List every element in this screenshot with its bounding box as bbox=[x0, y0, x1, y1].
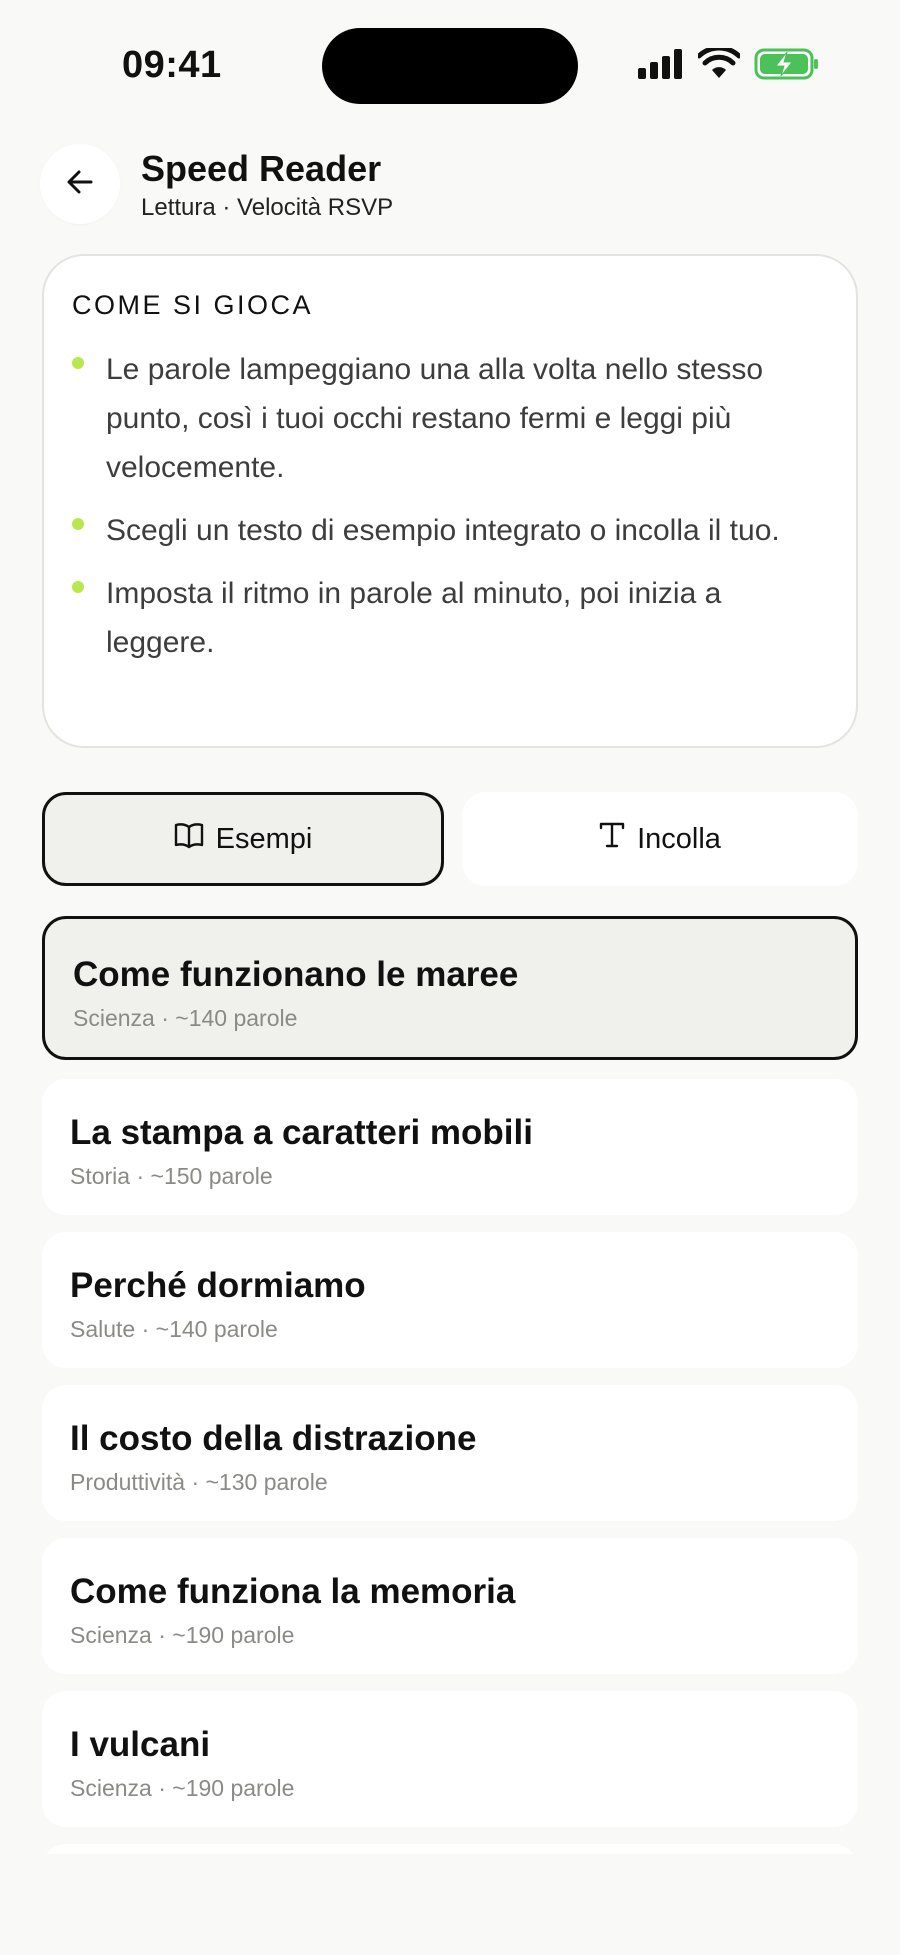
how-to-play-text: Scegli un testo di esempio integrato o i… bbox=[106, 514, 780, 547]
sample-title: Perché dormiamo bbox=[70, 1266, 366, 1305]
sample-title: La stampa a caratteri mobili bbox=[70, 1113, 533, 1152]
sample-item-partial[interactable] bbox=[42, 1844, 858, 1854]
tab-label: Esempi bbox=[215, 822, 313, 855]
sample-text-list: Come funzionano le maree Scienza · ~140 … bbox=[42, 916, 858, 1854]
list-item: Le parole lampeggiano una alla volta nel… bbox=[72, 345, 828, 492]
dynamic-island bbox=[322, 28, 578, 104]
how-to-play-title: COME SI GIOCA bbox=[72, 290, 314, 320]
page-subtitle: Lettura · Velocità RSVP bbox=[141, 194, 394, 221]
sample-item[interactable]: Come funziona la memoria Scienza · ~190 … bbox=[42, 1538, 858, 1674]
sample-meta: Scienza · ~190 parole bbox=[70, 1622, 295, 1648]
list-item: Imposta il ritmo in parole al minuto, po… bbox=[72, 569, 828, 667]
sample-item[interactable]: Perché dormiamo Salute · ~140 parole bbox=[42, 1232, 858, 1368]
bullet-dot bbox=[72, 357, 84, 369]
sample-meta: Salute · ~140 parole bbox=[70, 1316, 278, 1342]
battery-charging-icon bbox=[754, 48, 820, 80]
sample-title: I vulcani bbox=[70, 1725, 211, 1764]
how-to-play-text: Le parole lampeggiano una alla volta nel… bbox=[106, 353, 764, 484]
header: Speed Reader Lettura · Velocità RSVP bbox=[40, 144, 860, 230]
tab-incolla[interactable]: Incolla bbox=[462, 792, 858, 886]
book-open-icon bbox=[174, 821, 204, 857]
bullet-dot bbox=[72, 518, 84, 530]
bullet-dot bbox=[72, 581, 84, 593]
status-icons bbox=[638, 48, 820, 80]
tab-esempi[interactable]: Esempi bbox=[42, 792, 444, 886]
sample-item-selected[interactable]: Come funzionano le maree Scienza · ~140 … bbox=[42, 916, 858, 1060]
source-tabs: Esempi Incolla bbox=[42, 792, 858, 886]
sample-meta: Storia · ~150 parole bbox=[70, 1163, 273, 1189]
tab-label: Incolla bbox=[637, 822, 721, 855]
status-bar: 09:41 bbox=[0, 0, 900, 130]
sample-item[interactable]: Il costo della distrazione Produttività … bbox=[42, 1385, 858, 1521]
list-item: Scegli un testo di esempio integrato o i… bbox=[72, 506, 828, 555]
sample-title: Il costo della distrazione bbox=[70, 1419, 477, 1458]
wifi-icon bbox=[698, 48, 740, 80]
how-to-play-text: Imposta il ritmo in parole al minuto, po… bbox=[106, 577, 722, 659]
sample-meta: Scienza · ~140 parole bbox=[73, 1005, 298, 1031]
text-type-icon bbox=[599, 821, 625, 857]
sample-title: Come funziona la memoria bbox=[70, 1572, 516, 1611]
sample-meta: Scienza · ~190 parole bbox=[70, 1775, 295, 1801]
back-button[interactable] bbox=[40, 144, 120, 224]
sample-item[interactable]: I vulcani Scienza · ~190 parole bbox=[42, 1691, 858, 1827]
how-to-play-list: Le parole lampeggiano una alla volta nel… bbox=[72, 345, 828, 667]
status-time: 09:41 bbox=[122, 44, 222, 86]
cellular-signal-icon bbox=[638, 49, 684, 79]
sample-title: Come funzionano le maree bbox=[73, 955, 519, 994]
page-title: Speed Reader bbox=[141, 148, 382, 189]
arrow-left-icon bbox=[64, 166, 96, 203]
how-to-play-card: COME SI GIOCA Le parole lampeggiano una … bbox=[42, 254, 858, 748]
sample-item[interactable]: La stampa a caratteri mobili Storia · ~1… bbox=[42, 1079, 858, 1215]
sample-meta: Produttività · ~130 parole bbox=[70, 1469, 328, 1495]
